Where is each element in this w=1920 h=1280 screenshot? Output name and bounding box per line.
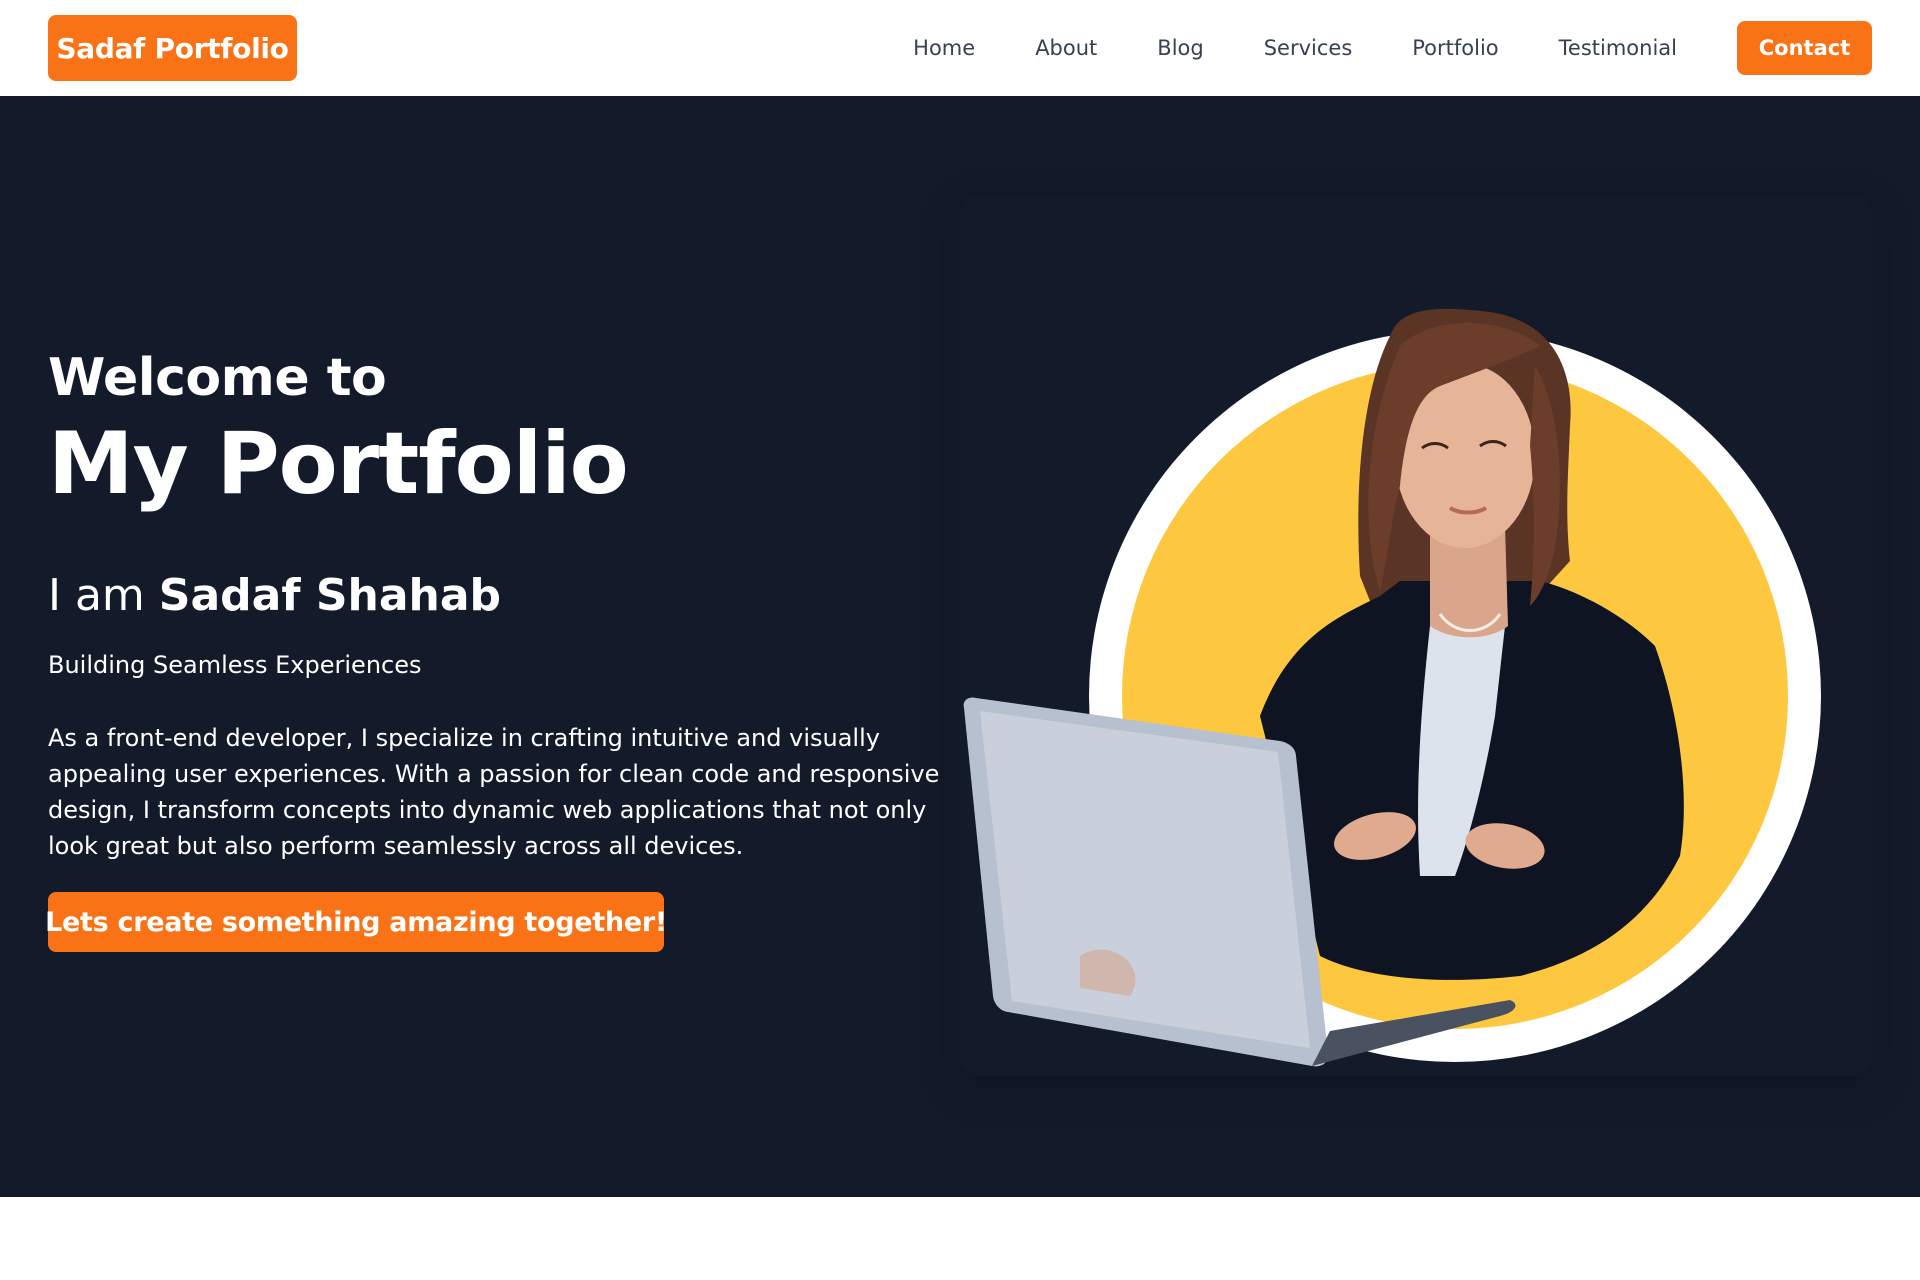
hero-description: As a front-end developer, I specialize i…: [48, 724, 940, 860]
logo-button[interactable]: Sadaf Portfolio: [48, 15, 297, 81]
nav-link-blog[interactable]: Blog: [1157, 36, 1203, 60]
contact-button[interactable]: Contact: [1737, 21, 1872, 75]
nav-link-testimonial[interactable]: Testimonial: [1559, 36, 1677, 60]
hero-title: My Portfolio: [48, 414, 629, 514]
next-section: [0, 1197, 1920, 1280]
nav-link-home[interactable]: Home: [913, 36, 975, 60]
cta-button[interactable]: Lets create something amazing together!: [45, 892, 667, 952]
nav-link-portfolio[interactable]: Portfolio: [1412, 36, 1498, 60]
hero-intro: I am Sadaf Shahab: [48, 570, 501, 621]
navbar: Sadaf Portfolio Home About Blog Services…: [0, 0, 1920, 96]
hero-section: Welcome to My Portfolio I am Sadaf Shaha…: [0, 96, 1920, 1197]
hero-welcome: Welcome to: [48, 348, 387, 408]
intro-prefix: I am: [48, 570, 145, 621]
nav-link-services[interactable]: Services: [1264, 36, 1353, 60]
hero-tagline: Building Seamless Experiences: [48, 651, 422, 679]
nav-links: Home About Blog Services Portfolio Testi…: [913, 21, 1872, 75]
hero-name: Sadaf Shahab: [158, 570, 502, 621]
hero-image-panel: [960, 196, 1872, 1076]
nav-link-about[interactable]: About: [1035, 36, 1097, 60]
hero-portrait-illustration: [963, 308, 1821, 1067]
